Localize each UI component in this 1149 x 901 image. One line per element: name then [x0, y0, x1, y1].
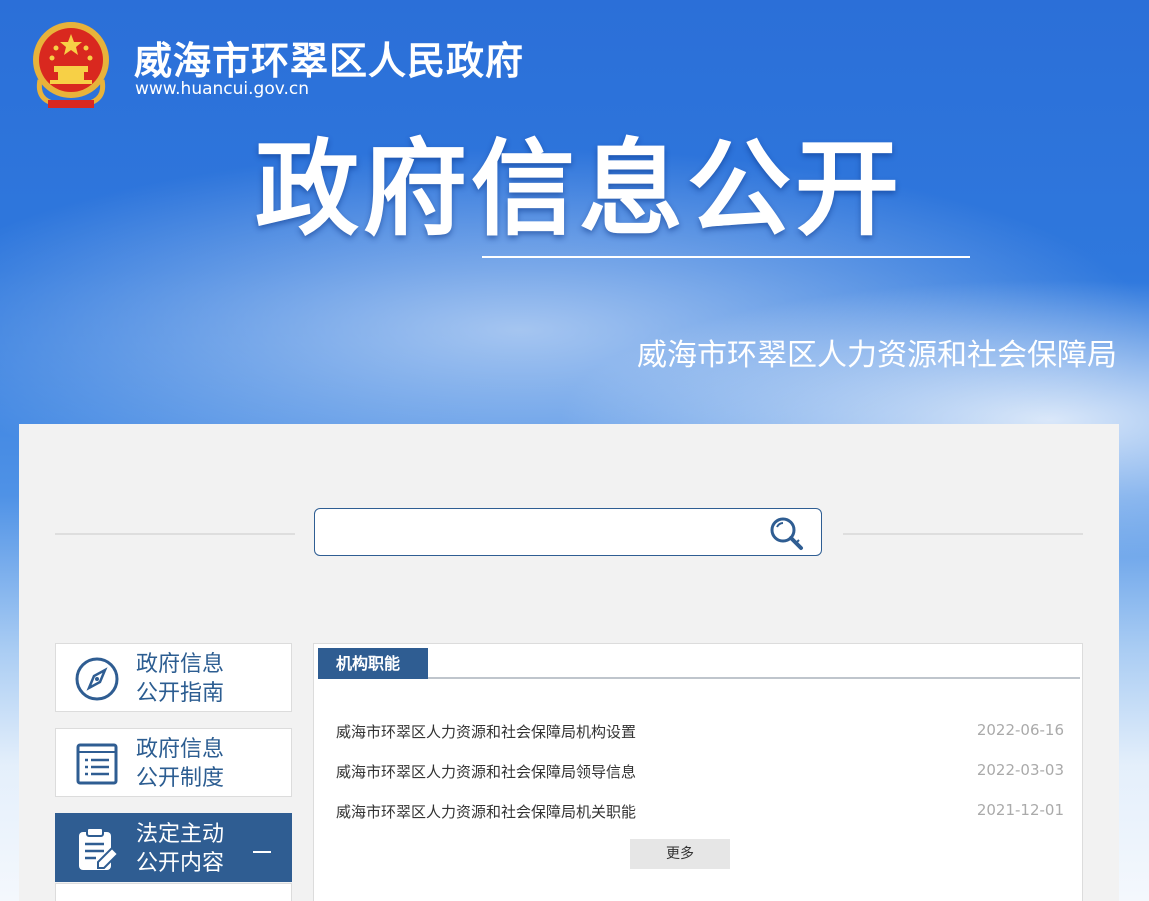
site-url[interactable]: www.huancui.gov.cn: [135, 79, 309, 99]
department-name: 威海市环翠区人力资源和社会保障局: [637, 338, 1117, 373]
hero-divider: [482, 256, 970, 258]
list-item-date: 2022-03-03: [976, 761, 1064, 779]
hero-title: 政府信息公开: [255, 128, 904, 250]
more-button[interactable]: 更多: [630, 839, 730, 869]
list-item-date: 2021-12-01: [976, 801, 1064, 819]
search-input[interactable]: [325, 517, 759, 549]
document-list-icon: [76, 743, 118, 785]
collapse-icon[interactable]: [253, 851, 271, 853]
search-box: [314, 508, 822, 556]
sidebar-item-label: 法定主动 公开内容: [136, 822, 225, 876]
clipboard-edit-icon: [79, 827, 120, 870]
search-divider-left: [55, 533, 295, 535]
list-item-title[interactable]: 威海市环翠区人力资源和社会保障局领导信息: [336, 761, 636, 782]
sidebar-item-label: 政府信息 公开指南: [136, 652, 225, 706]
list-item-title[interactable]: 威海市环翠区人力资源和社会保障局机关职能: [336, 801, 636, 822]
sidebar-item-system[interactable]: 政府信息 公开制度: [55, 728, 292, 797]
sidebar-item-statutory[interactable]: 法定主动 公开内容: [55, 813, 292, 882]
sidebar-item-label: 政府信息 公开制度: [136, 737, 225, 791]
sidebar-item-guide[interactable]: 政府信息 公开指南: [55, 643, 292, 712]
site-title[interactable]: 威海市环翠区人民政府: [134, 30, 524, 85]
list-item[interactable]: 威海市环翠区人力资源和社会保障局领导信息 2022-03-03: [336, 761, 1064, 783]
compass-icon: [75, 657, 119, 701]
list-item[interactable]: 威海市环翠区人力资源和社会保障局机构设置 2022-06-16: [336, 721, 1064, 743]
tab-underline: [318, 677, 1080, 679]
list-item-date: 2022-06-16: [976, 721, 1064, 739]
list-item-title[interactable]: 威海市环翠区人力资源和社会保障局机构设置: [336, 721, 636, 742]
content-box: 机构职能 威海市环翠区人力资源和社会保障局机构设置 2022-06-16 威海市…: [313, 643, 1083, 901]
search-divider-right: [843, 533, 1083, 535]
list-item[interactable]: 威海市环翠区人力资源和社会保障局机关职能 2021-12-01: [336, 801, 1064, 823]
search-icon[interactable]: [767, 514, 807, 554]
tab-organization-functions[interactable]: 机构职能: [318, 648, 428, 679]
national-emblem-icon: [33, 22, 109, 108]
sidebar-submenu: [55, 883, 292, 901]
